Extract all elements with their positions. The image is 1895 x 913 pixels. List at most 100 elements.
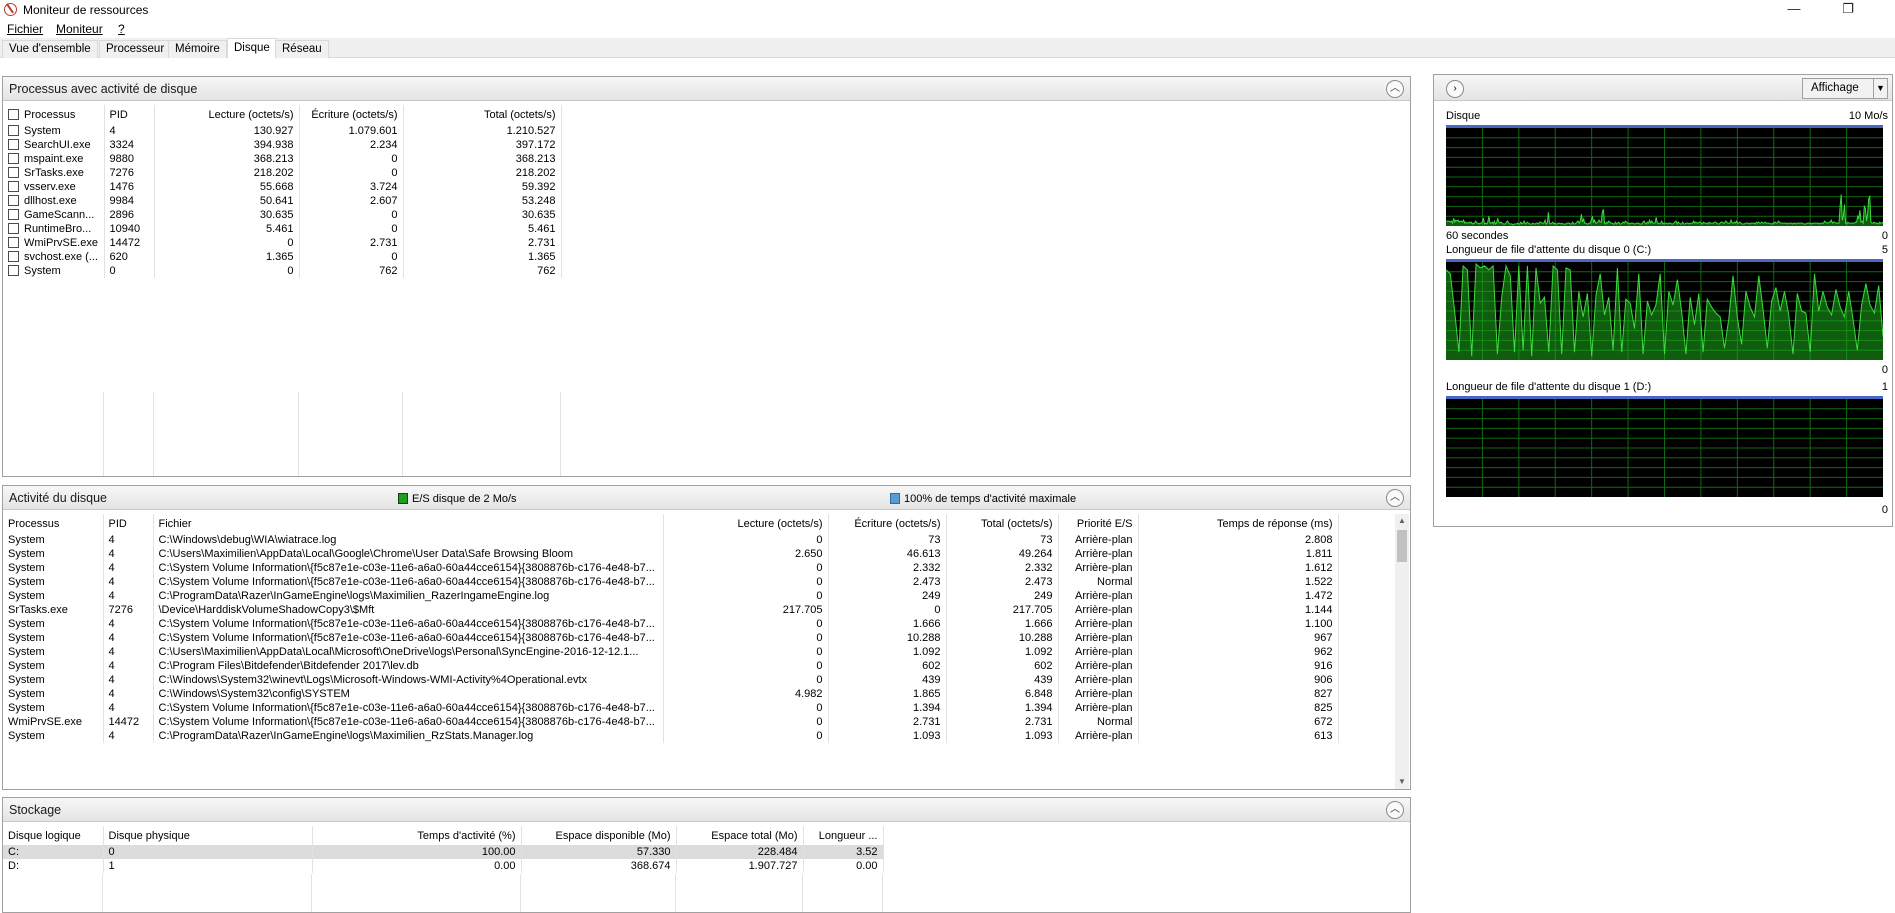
column-read[interactable]: Lecture (octets/s) (154, 105, 300, 124)
table-cell: 100.00 (312, 845, 522, 859)
column-active-time[interactable]: Temps d'activité (%) (312, 826, 522, 845)
processes-panel-header[interactable]: Processus avec activité de disque ︿ (3, 77, 1410, 101)
views-button[interactable]: Affichage ▼ (1802, 78, 1888, 99)
row-checkbox[interactable] (8, 265, 19, 276)
column-io-priority[interactable]: Priorité E/S (1058, 514, 1139, 533)
table-row[interactable]: C: 0 100.00 57.330 228.484 3.52 (3, 845, 884, 859)
row-checkbox[interactable] (8, 167, 19, 178)
menu-help[interactable]: ? (118, 22, 125, 36)
table-row[interactable]: mspaint.exe 9880 368.213 0 368.213 (3, 152, 562, 166)
column-processus[interactable]: Processus (3, 514, 104, 533)
scroll-down-arrow[interactable]: ▼ (1395, 775, 1409, 789)
table-row[interactable]: System 4 C:\Users\Maximilien\AppData\Local… (3, 547, 1339, 561)
tab-network[interactable]: Réseau (275, 40, 329, 58)
column-total[interactable]: Total (octets/s) (946, 514, 1059, 533)
table-row[interactable]: RuntimeBro... 10940 5.461 0 5.461 (3, 222, 562, 236)
cell-text: 602 (922, 660, 941, 672)
cell-text: System (8, 730, 45, 742)
restore-button[interactable]: ❐ (1825, 0, 1871, 20)
table-cell: 1.092 (946, 645, 1059, 659)
storage-panel-header[interactable]: Stockage ︿ (3, 798, 1410, 822)
row-checkbox[interactable] (8, 195, 19, 206)
column-total[interactable]: Total (octets/s) (403, 105, 562, 124)
table-row[interactable]: System 4 C:\ProgramData\Razer\InGameEngine… (3, 589, 1339, 603)
views-dropdown-arrow[interactable]: ▼ (1873, 79, 1887, 98)
expand-graphs-button[interactable]: › (1446, 80, 1464, 98)
column-pid[interactable]: PID (103, 514, 154, 533)
column-total-space[interactable]: Espace total (Mo) (676, 826, 804, 845)
row-checkbox[interactable] (8, 181, 19, 192)
table-row[interactable]: System 4 C:\Users\Maximilien\AppData\Local… (3, 645, 1339, 659)
column-pid[interactable]: PID (104, 105, 155, 124)
table-row[interactable]: System 4 C:\Windows\System32\config\SYSTEM… (3, 687, 1339, 701)
column-physical-disk[interactable]: Disque physique (103, 826, 313, 845)
table-row[interactable]: System 4 C:\System Volume Information\{f5c… (3, 617, 1339, 631)
column-response-time[interactable]: Temps de réponse (ms) (1138, 514, 1339, 533)
table-cell: 53.248 (403, 194, 562, 208)
collapse-storage-button[interactable]: ︿ (1386, 801, 1404, 819)
table-cell: C:\System Volume Information\{f5c87e1e-c… (153, 617, 664, 631)
collapse-disk-activity-button[interactable]: ︿ (1386, 489, 1404, 507)
table-row[interactable]: svchost.exe (... 620 1.365 0 1.365 (3, 250, 562, 264)
table-row[interactable]: System 4 130.927 1.079.601 1.210.527 (3, 124, 562, 138)
table-row[interactable]: System 0 0 762 762 (3, 264, 562, 278)
minimize-button[interactable]: — (1771, 0, 1817, 20)
table-row[interactable]: SearchUI.exe 3324 394.938 2.234 397.172 (3, 138, 562, 152)
table-cell: 1.365 (403, 250, 562, 264)
column-read[interactable]: Lecture (octets/s) (663, 514, 829, 533)
tab-cpu[interactable]: Processeur (99, 40, 172, 58)
column-queue-length[interactable]: Longueur ... (803, 826, 884, 845)
graph-max-line (1446, 259, 1883, 262)
row-checkbox[interactable] (8, 223, 19, 234)
column-processus[interactable]: Processus (3, 105, 105, 124)
disk-activity-panel-header[interactable]: Activité du disque E/S disque de 2 Mo/s … (3, 486, 1410, 510)
table-cell: 827 (1138, 687, 1339, 701)
table-row[interactable]: SrTasks.exe 7276 \Device\HarddiskVolumeSha… (3, 603, 1339, 617)
table-cell: \Device\HarddiskVolumeShadowCopy3\$Mft (153, 603, 664, 617)
table-row[interactable]: System 4 C:\Windows\System32\winevt\Logs\M… (3, 673, 1339, 687)
table-row[interactable]: System 4 C:\Program Files\Bitdefender\Bitd… (3, 659, 1339, 673)
tab-disk[interactable]: Disque (227, 38, 277, 58)
menu-moniteur[interactable]: Moniteur (56, 22, 103, 36)
column-available-space[interactable]: Espace disponible (Mo) (521, 826, 677, 845)
disk-activity-scrollbar[interactable]: ▲ ▼ (1395, 514, 1409, 789)
table-row[interactable]: System 4 C:\System Volume Information\{f5c… (3, 561, 1339, 575)
cell-text: 1.666 (912, 618, 941, 630)
table-row[interactable]: dllhost.exe 9984 50.641 2.607 53.248 (3, 194, 562, 208)
table-row[interactable]: SrTasks.exe 7276 218.202 0 218.202 (3, 166, 562, 180)
row-checkbox[interactable] (8, 125, 19, 136)
table-row[interactable]: System 4 C:\System Volume Information\{f5c… (3, 575, 1339, 589)
table-row[interactable]: GameScann... 2896 30.635 0 30.635 (3, 208, 562, 222)
table-row[interactable]: WmiPrvSE.exe 14472 C:\System Volume Inform… (3, 715, 1339, 729)
table-row[interactable]: WmiPrvSE.exe 14472 0 2.731 2.731 (3, 236, 562, 250)
row-checkbox[interactable] (8, 153, 19, 164)
row-checkbox[interactable] (8, 237, 19, 248)
row-checkbox[interactable] (8, 209, 19, 220)
scroll-thumb[interactable] (1397, 530, 1407, 562)
select-all-checkbox[interactable] (8, 108, 19, 120)
column-write[interactable]: Écriture (octets/s) (299, 105, 404, 124)
cell-text: mspaint.exe (24, 153, 84, 165)
tab-overview[interactable]: Vue d'ensemble (2, 40, 98, 58)
table-row[interactable]: System 4 C:\System Volume Information\{f5c… (3, 701, 1339, 715)
column-write[interactable]: Écriture (octets/s) (828, 514, 947, 533)
table-row[interactable]: System 4 C:\ProgramData\Razer\InGameEngine… (3, 729, 1339, 743)
cell-text: 228.484 (757, 846, 798, 858)
tab-memory[interactable]: Mémoire (168, 40, 227, 58)
column-fichier[interactable]: Fichier (153, 514, 664, 533)
column-logical-disk[interactable]: Disque logique (3, 826, 104, 845)
table-row[interactable]: System 4 C:\System Volume Information\{f5c… (3, 631, 1339, 645)
collapse-processes-button[interactable]: ︿ (1386, 80, 1404, 98)
table-row[interactable]: vsserv.exe 1476 55.668 3.724 59.392 (3, 180, 562, 194)
cell-text: 4 (108, 632, 115, 644)
table-row[interactable]: D: 1 0.00 368.674 1.907.727 0.00 (3, 859, 884, 873)
row-checkbox[interactable] (8, 139, 19, 150)
table-row[interactable]: System 4 C:\Windows\debug\WIA\wiatrace.log… (3, 533, 1339, 547)
row-checkbox[interactable] (8, 251, 19, 262)
table-cell: 397.172 (403, 138, 562, 152)
menu-fichier[interactable]: Fichier (7, 22, 43, 36)
table-cell: GameScann... (3, 208, 105, 222)
table-cell: 1.093 (828, 729, 947, 743)
table-cell: 762 (403, 264, 562, 278)
scroll-up-arrow[interactable]: ▲ (1395, 514, 1409, 528)
